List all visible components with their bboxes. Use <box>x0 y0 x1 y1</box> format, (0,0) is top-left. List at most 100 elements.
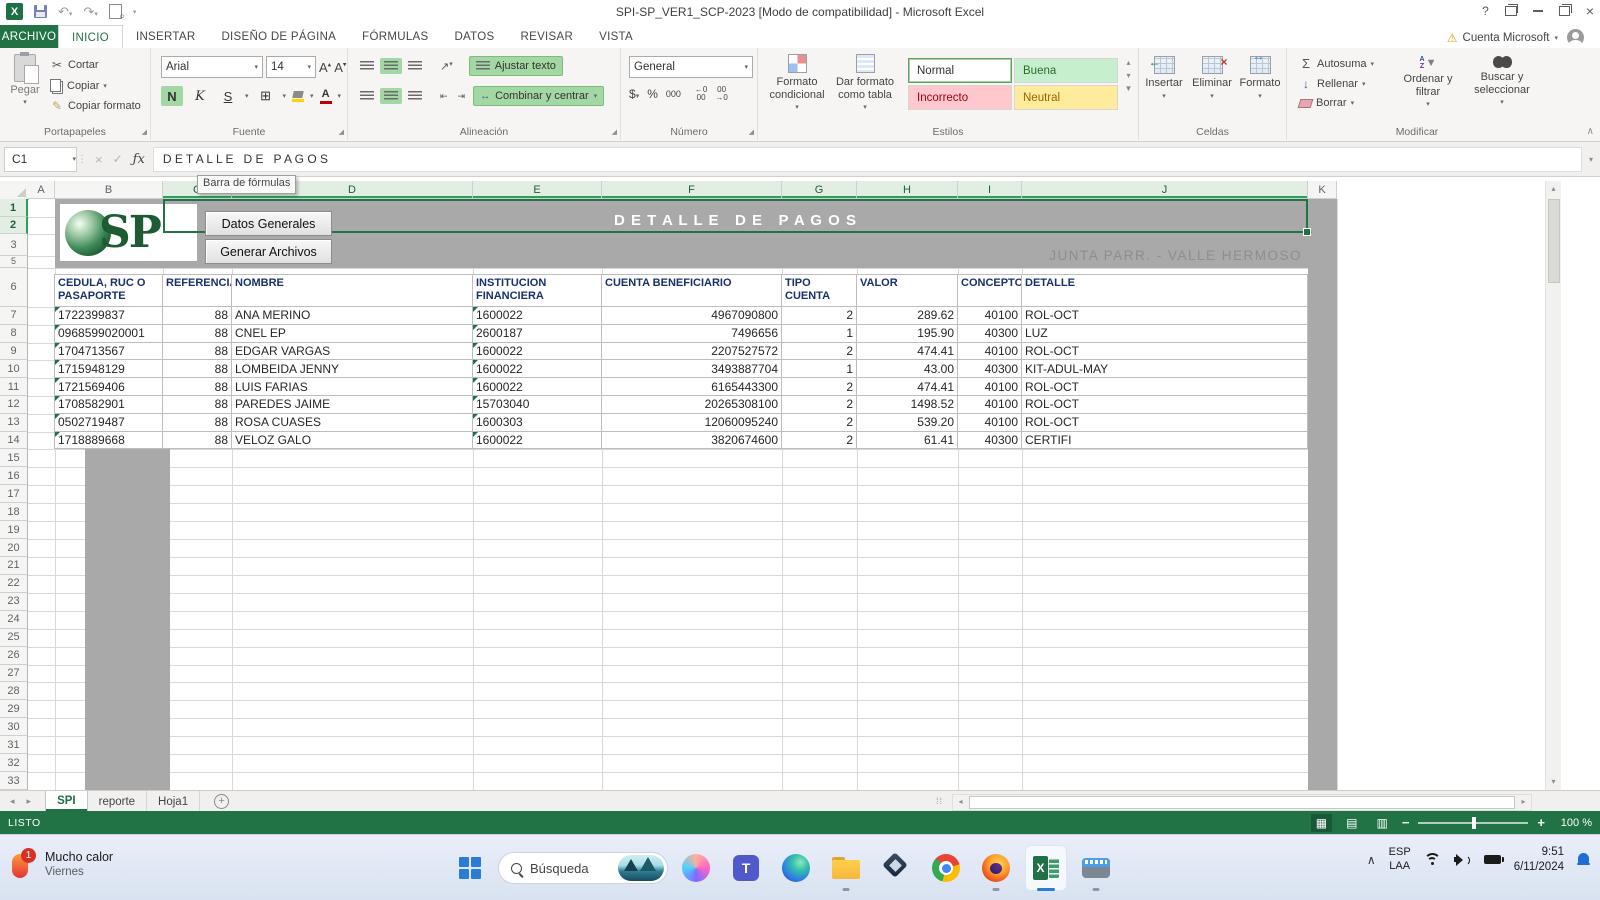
row-header-25[interactable]: 25 <box>0 629 28 647</box>
restore-icon[interactable] <box>1559 6 1570 16</box>
horizontal-scrollbar[interactable]: ◂ ▸ <box>952 794 1532 811</box>
table-cell[interactable]: 2 <box>782 343 857 361</box>
zoom-in-icon[interactable]: + <box>1537 815 1545 830</box>
horizontal-scroll-thumb[interactable] <box>969 796 1515 809</box>
table-cell[interactable]: 1600022 <box>473 343 602 361</box>
table-cell[interactable]: ROL-OCT <box>1022 307 1308 325</box>
column-header-H[interactable]: H <box>857 181 958 199</box>
insert-cells-button[interactable]: ← Insertar▾ <box>1141 56 1187 100</box>
column-header-G[interactable]: G <box>782 181 857 199</box>
table-cell[interactable]: LOMBEIDA JENNY <box>232 360 473 378</box>
row-header-1[interactable]: 1 <box>0 199 28 217</box>
zoom-slider[interactable] <box>1418 822 1528 824</box>
account-area[interactable]: ⚠ Cuenta Microsoft ▾ <box>1447 29 1580 46</box>
row-header-15[interactable]: 15 <box>0 449 28 467</box>
collapse-ribbon-icon[interactable]: ∧ <box>1587 126 1594 137</box>
scroll-right-icon[interactable]: ▸ <box>1516 795 1531 808</box>
table-cell[interactable]: 474.41 <box>857 343 958 361</box>
table-cell[interactable]: 40300 <box>958 360 1022 378</box>
table-cell[interactable]: 88 <box>163 396 232 414</box>
copilot-button[interactable] <box>674 844 718 892</box>
cancel-entry-icon[interactable]: × <box>95 152 103 167</box>
row-header-19[interactable]: 19 <box>0 521 28 539</box>
table-cell[interactable]: LUIS FARIAS <box>232 378 473 396</box>
number-dialog-launcher[interactable]: ◢ <box>749 128 754 136</box>
align-bottom-icon[interactable] <box>404 58 426 74</box>
table-cell[interactable]: EDGAR VARGAS <box>232 343 473 361</box>
table-cell[interactable]: 1600022 <box>473 307 602 325</box>
table-cell[interactable]: 1721569406 <box>55 378 163 396</box>
font-size-select[interactable]: 14▾ <box>266 56 316 78</box>
format-painter-button[interactable]: ✎ Copiar formato <box>46 97 145 115</box>
help-icon[interactable]: ? <box>1482 5 1489 17</box>
row-header-24[interactable]: 24 <box>0 611 28 629</box>
select-all-corner[interactable] <box>0 181 29 200</box>
table-cell[interactable]: 88 <box>163 360 232 378</box>
table-cell[interactable]: 43.00 <box>857 360 958 378</box>
conditional-formatting-button[interactable]: Formato condicional▾ <box>766 54 828 112</box>
table-cell[interactable]: ROL-OCT <box>1022 378 1308 396</box>
table-cell[interactable]: PAREDES JAIME <box>232 396 473 414</box>
table-cell[interactable]: 1600022 <box>473 432 602 450</box>
gallery-down-icon[interactable]: ▾ <box>1126 71 1130 80</box>
table-cell[interactable]: 1600022 <box>473 360 602 378</box>
row-header-2[interactable]: 2 <box>0 217 28 234</box>
table-cell[interactable]: KIT-ADUL-MAY <box>1022 360 1308 378</box>
search-box[interactable]: Búsqueda <box>498 852 668 884</box>
table-cell[interactable]: ROL-OCT <box>1022 414 1308 432</box>
increase-decimal-icon[interactable]: ←000 <box>695 86 707 102</box>
clipboard-dialog-launcher[interactable]: ◢ <box>142 128 147 136</box>
table-cell[interactable]: 1722399837 <box>55 307 163 325</box>
table-cell[interactable]: 1708582901 <box>55 396 163 414</box>
table-cell[interactable]: 0968599020001 <box>55 325 163 343</box>
format-as-table-button[interactable]: Dar formato como tabla▾ <box>834 54 896 112</box>
customize-qat-icon[interactable]: ▾ <box>133 8 137 16</box>
row-header-30[interactable]: 30 <box>0 718 28 736</box>
increase-font-icon[interactable]: A▴ <box>319 60 331 75</box>
column-header-A[interactable]: A <box>28 181 55 199</box>
table-cell[interactable]: 2207527572 <box>602 343 782 361</box>
paste-button[interactable]: Pegar▾ <box>8 54 42 126</box>
save-icon[interactable] <box>34 5 47 18</box>
table-cell[interactable]: 7496656 <box>602 325 782 343</box>
row-header-26[interactable]: 26 <box>0 647 28 665</box>
table-cell[interactable]: VELOZ GALO <box>232 432 473 450</box>
wifi-icon[interactable] <box>1424 853 1441 866</box>
row-header-9[interactable]: 9 <box>0 343 28 361</box>
expand-formula-bar-icon[interactable]: ▾ <box>1582 155 1600 164</box>
redo-icon[interactable]: ↷▾ <box>83 5 97 18</box>
gallery-more-icon[interactable]: ▼ <box>1125 84 1133 93</box>
ribbon-tab-insertar[interactable]: INSERTAR <box>123 25 208 48</box>
row-header-12[interactable]: 12 <box>0 396 28 414</box>
alignment-dialog-launcher[interactable]: ◢ <box>612 128 617 136</box>
row-header-7[interactable]: 7 <box>0 307 28 325</box>
table-cell[interactable]: 1498.52 <box>857 396 958 414</box>
table-cell[interactable]: 1704713567 <box>55 343 163 361</box>
table-cell[interactable]: ROSA CUASES <box>232 414 473 432</box>
font-color-icon[interactable]: A <box>320 89 332 104</box>
language-indicator[interactable]: ESP LAA <box>1389 846 1411 874</box>
row-header-13[interactable]: 13 <box>0 414 28 432</box>
table-cell[interactable]: 4967090800 <box>602 307 782 325</box>
table-cell[interactable]: CNEL EP <box>232 325 473 343</box>
ribbon-tab-revisar[interactable]: REVISAR <box>508 25 587 48</box>
file-explorer-button[interactable] <box>824 844 868 892</box>
font-name-select[interactable]: Arial▾ <box>161 56 263 78</box>
teams-button[interactable]: T <box>724 844 768 892</box>
row-header-16[interactable]: 16 <box>0 467 28 485</box>
table-cell[interactable]: ROL-OCT <box>1022 343 1308 361</box>
align-middle-icon[interactable] <box>380 58 402 74</box>
page-layout-view-icon[interactable]: ▤ <box>1341 814 1362 832</box>
column-header-E[interactable]: E <box>473 181 602 199</box>
table-cell[interactable]: 1715948129 <box>55 360 163 378</box>
datos-generales-button[interactable]: Datos Generales <box>205 211 332 236</box>
start-button[interactable] <box>448 844 492 892</box>
autosum-button[interactable]: Σ Autosuma▾ <box>1295 54 1378 73</box>
generar-archivos-button[interactable]: Generar Archivos <box>205 239 332 264</box>
table-cell[interactable]: 12060095240 <box>602 414 782 432</box>
table-cell[interactable]: LUZ <box>1022 325 1308 343</box>
gallery-up-icon[interactable]: ▴ <box>1126 58 1130 67</box>
scroll-left-icon[interactable]: ◂ <box>953 795 968 808</box>
merge-center-button[interactable]: ↔ Combinar y centrar▾ <box>473 86 604 106</box>
style-buena[interactable]: Buena <box>1014 58 1118 83</box>
